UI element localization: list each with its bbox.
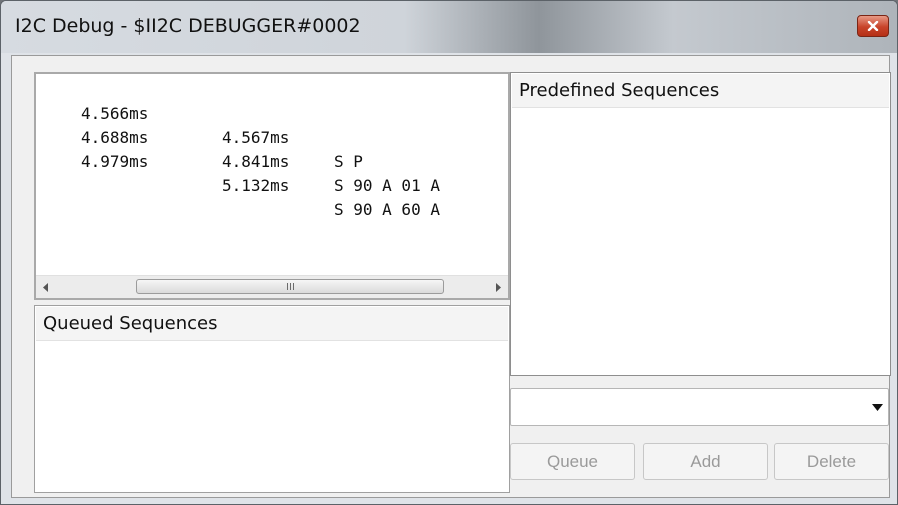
title-bar[interactable]: I2C Debug - $II2C DEBUGGER#0002 bbox=[1, 1, 897, 53]
queue-button[interactable]: Queue bbox=[510, 443, 635, 480]
log-data: S P bbox=[334, 152, 363, 171]
grip-icon bbox=[286, 283, 295, 290]
log-row: 4.688ms 4.841ms S 90 A 01 A bbox=[36, 102, 508, 195]
log-data: S 90 A 01 A bbox=[334, 176, 440, 195]
predefined-sequences-list[interactable]: Predefined Sequences bbox=[510, 72, 891, 376]
horizontal-scrollbar[interactable] bbox=[36, 275, 508, 298]
log-lines: 4.566ms 4.567ms S P 4.688ms 4.841ms S 90… bbox=[36, 78, 508, 219]
predefined-sequences-header: Predefined Sequences bbox=[512, 74, 889, 108]
scroll-right-button[interactable] bbox=[488, 276, 508, 298]
add-button[interactable]: Add bbox=[643, 443, 768, 480]
log-end-time: 4.841ms bbox=[222, 152, 290, 171]
window-title: I2C Debug - $II2C DEBUGGER#0002 bbox=[15, 15, 361, 37]
log-row: 4.979ms 5.132ms S 90 A 60 A bbox=[36, 126, 508, 219]
log-start-time: 4.979ms bbox=[81, 152, 149, 171]
queued-sequences-header: Queued Sequences bbox=[36, 307, 508, 341]
scroll-left-button[interactable] bbox=[36, 276, 56, 298]
delete-button[interactable]: Delete bbox=[774, 443, 889, 480]
client-area: 4.566ms 4.567ms S P 4.688ms 4.841ms S 90… bbox=[11, 55, 891, 498]
close-button[interactable] bbox=[857, 15, 889, 37]
chevron-down-icon bbox=[872, 404, 883, 411]
log-data: S 90 A 60 A bbox=[334, 200, 440, 219]
scroll-right-icon bbox=[496, 282, 501, 292]
close-icon bbox=[867, 21, 879, 31]
transaction-log[interactable]: 4.566ms 4.567ms S P 4.688ms 4.841ms S 90… bbox=[34, 72, 510, 300]
scrollbar-thumb[interactable] bbox=[136, 279, 444, 294]
scroll-left-icon bbox=[43, 282, 48, 292]
sequence-combobox[interactable] bbox=[510, 388, 889, 426]
log-end-time: 5.132ms bbox=[222, 176, 290, 195]
log-row: 4.566ms 4.567ms S P bbox=[36, 78, 508, 171]
i2c-debug-window: I2C Debug - $II2C DEBUGGER#0002 4.566ms … bbox=[0, 0, 898, 505]
queued-sequences-list[interactable]: Queued Sequences bbox=[34, 305, 510, 493]
